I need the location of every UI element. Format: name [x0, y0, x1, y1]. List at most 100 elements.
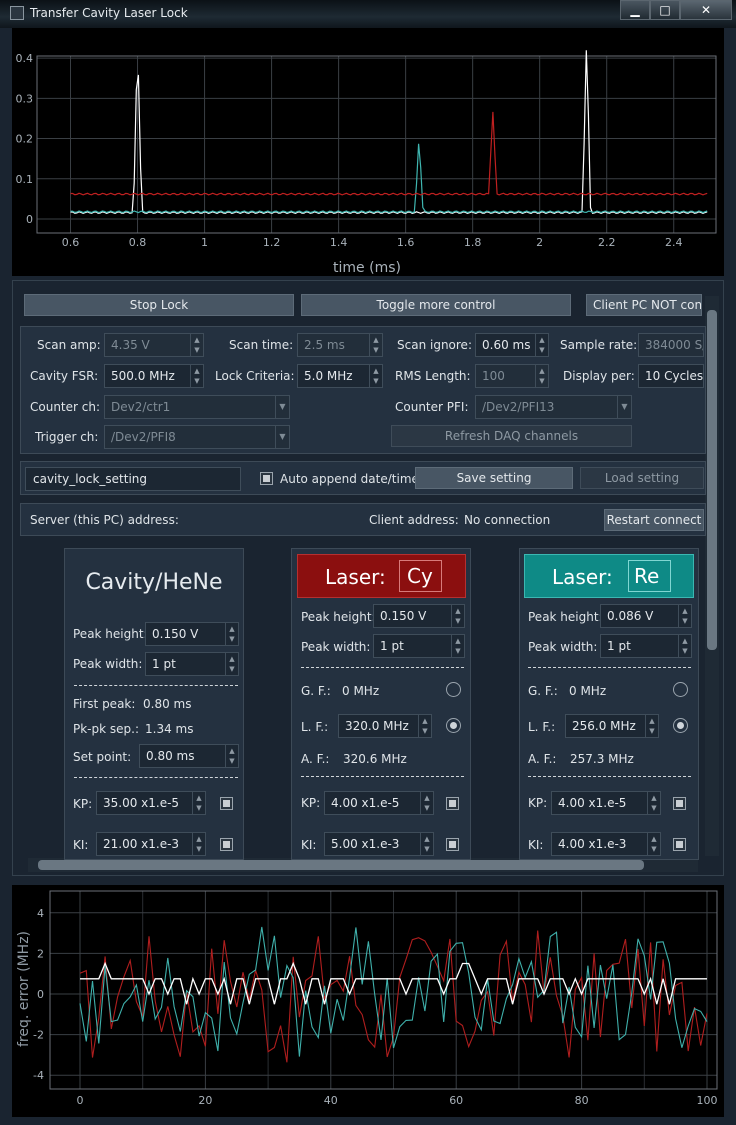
re-kp-spinbox[interactable]: 4.00 x1.e-5 ▲ ▼	[551, 791, 661, 815]
scope-plot-svg: 0.6 0.8 1 1.2 1.4 1.6 1.8 2 2.2 2.40.40.30.20.10 …	[16, 50, 717, 276]
spin-arrows-icon[interactable]: ▲ ▼	[369, 334, 382, 356]
cy-lf-spinbox[interactable]: 320.0 MHz ▲ ▼	[338, 714, 432, 738]
re-peak-height-spinbox[interactable]: 0.086 V ▲ ▼	[600, 604, 692, 628]
cavity-ki-value: 21.00 x1.e-3	[103, 837, 180, 851]
counter-pfi-label: Counter PFI:	[395, 400, 469, 414]
display-per-combo[interactable]: 10 Cycles	[638, 364, 704, 388]
spin-arrows-icon[interactable]: ▲ ▼	[645, 715, 658, 737]
spin-arrows-icon[interactable]: ▲ ▼	[678, 605, 691, 627]
save-setting-button[interactable]: Save setting	[415, 467, 573, 489]
cy-lf-radio[interactable]	[446, 718, 461, 733]
counter-ch-label: Counter ch:	[30, 400, 101, 414]
restart-connect-button[interactable]: Restart connect	[604, 509, 704, 531]
chevron-down-icon[interactable]: ▼	[275, 426, 289, 448]
laser-cy-name-input[interactable]: Cy	[399, 560, 442, 592]
cy-kp-checkbox[interactable]	[446, 797, 459, 810]
close-button[interactable]: ✕	[680, 0, 732, 20]
spin-arrows-icon[interactable]: ▲ ▼	[451, 605, 464, 627]
re-ki-spinbox[interactable]: 4.00 x1.e-3 ▲ ▼	[551, 832, 661, 856]
sample-rate-spinbox[interactable]: 384000 S/s	[638, 333, 704, 357]
cavity-kp-label: KP:	[73, 797, 93, 811]
spin-arrows-icon[interactable]: ▲ ▼	[535, 334, 548, 356]
spin-arrows-icon[interactable]: ▲ ▼	[190, 334, 203, 356]
chevron-down-icon[interactable]: ▼	[275, 396, 289, 418]
scan-time-spinbox[interactable]: 2.5 ms ▲ ▼	[297, 333, 383, 357]
divider	[74, 777, 238, 778]
error-ytick-label: -4	[33, 1069, 44, 1082]
cavity-fsr-spinbox[interactable]: 500.0 MHz ▲ ▼	[104, 364, 204, 388]
maximize-button[interactable]: □	[650, 0, 680, 20]
re-ki-checkbox[interactable]	[673, 838, 686, 851]
spin-arrows-icon[interactable]: ▲ ▼	[225, 623, 238, 645]
re-peak-width-spinbox[interactable]: 1 pt ▲ ▼	[600, 634, 692, 658]
spin-arrows-icon[interactable]: ▲ ▼	[225, 653, 238, 675]
error-plot[interactable]: 0 20 40 60 80 100 4 2 0 -2 -4 freq. error (MHz)	[12, 885, 724, 1117]
scan-amp-spinbox[interactable]: 4.35 V ▲ ▼	[104, 333, 204, 357]
spin-arrows-icon[interactable]: ▲ ▼	[535, 365, 548, 387]
cy-peak-height-spinbox[interactable]: 0.150 V ▲ ▼	[373, 604, 465, 628]
scope-plot[interactable]: 0.6 0.8 1 1.2 1.4 1.6 1.8 2 2.2 2.4 0.4 0.3 0.2 0.1 0 …	[12, 28, 724, 276]
re-ki-value: 4.00 x1.e-3	[558, 837, 627, 851]
cy-gf-radio[interactable]	[446, 682, 461, 697]
pkpk-sep-value: 1.34 ms	[145, 722, 194, 736]
cy-ki-checkbox[interactable]	[446, 838, 459, 851]
cavity-kp-spinbox[interactable]: 35.00 x1.e-5 ▲ ▼	[96, 791, 206, 815]
spin-arrows-icon[interactable]: ▲ ▼	[678, 635, 691, 657]
spin-arrows-icon[interactable]: ▲ ▼	[420, 792, 433, 814]
cy-kp-spinbox[interactable]: 4.00 x1.e-5 ▲ ▼	[324, 791, 434, 815]
scope-trace	[70, 143, 708, 214]
scan-ignore-spinbox[interactable]: 0.60 ms ▲ ▼	[475, 333, 549, 357]
error-xtick-label: 40	[324, 1094, 338, 1107]
cy-ki-spinbox[interactable]: 5.00 x1.e-3 ▲ ▼	[324, 832, 434, 856]
scope-ytick-label: 0	[26, 213, 33, 226]
cavity-ki-checkbox[interactable]	[220, 838, 233, 851]
laser-re-name-input[interactable]: Re	[628, 560, 671, 592]
cy-peak-width-value: 1 pt	[380, 639, 404, 653]
window-title: Transfer Cavity Laser Lock	[30, 6, 188, 20]
setting-name-input[interactable]: cavity_lock_setting	[25, 467, 241, 491]
vertical-scrollbar[interactable]	[705, 296, 719, 856]
scope-xtick-label: 1.2	[263, 236, 281, 249]
re-lf-radio[interactable]	[673, 718, 688, 733]
load-setting-button[interactable]: Load setting	[580, 467, 704, 489]
spin-arrows-icon[interactable]: ▲ ▼	[225, 745, 238, 767]
rms-length-spinbox[interactable]: 100 ▲ ▼	[475, 364, 549, 388]
cy-gf-value: 0 MHz	[342, 684, 380, 698]
spin-arrows-icon[interactable]: ▲ ▼	[418, 715, 431, 737]
re-lf-spinbox[interactable]: 256.0 MHz ▲ ▼	[565, 714, 659, 738]
cavity-peak-height-spinbox[interactable]: 0.150 V ▲ ▼	[145, 622, 239, 646]
re-kp-checkbox[interactable]	[673, 797, 686, 810]
trigger-ch-combo[interactable]: /Dev2/PFI8 ▼	[104, 425, 290, 449]
spin-arrows-icon[interactable]: ▲ ▼	[647, 833, 660, 855]
divider	[528, 776, 691, 777]
scope-ytick-label: 0.2	[16, 133, 34, 146]
re-af-label: A. F.:	[528, 752, 557, 766]
spin-arrows-icon[interactable]: ▲ ▼	[192, 792, 205, 814]
spin-arrows-icon[interactable]: ▲ ▼	[192, 833, 205, 855]
horizontal-scrollbar[interactable]	[28, 858, 698, 872]
cy-peak-width-spinbox[interactable]: 1 pt ▲ ▼	[373, 634, 465, 658]
set-point-spinbox[interactable]: 0.80 ms ▲ ▼	[139, 744, 239, 768]
spin-arrows-icon[interactable]: ▲ ▼	[369, 365, 382, 387]
spin-arrows-icon[interactable]: ▲ ▼	[451, 635, 464, 657]
cavity-kp-checkbox[interactable]	[220, 797, 233, 810]
spin-arrows-icon[interactable]: ▲ ▼	[647, 792, 660, 814]
horizontal-scroll-thumb[interactable]	[38, 860, 644, 870]
vertical-scroll-thumb[interactable]	[707, 310, 717, 650]
counter-ch-combo[interactable]: Dev2/ctr1 ▼	[104, 395, 290, 419]
error-ylabel: freq. error (MHz)	[16, 931, 32, 1047]
re-gf-radio[interactable]	[673, 682, 688, 697]
cavity-ki-spinbox[interactable]: 21.00 x1.e-3 ▲ ▼	[96, 832, 206, 856]
cavity-title: Cavity/HeNe	[85, 570, 223, 595]
lock-criteria-spinbox[interactable]: 5.0 MHz ▲ ▼	[297, 364, 383, 388]
counter-pfi-combo[interactable]: /Dev2/PFI13 ▼	[475, 395, 632, 419]
auto-append-checkbox[interactable]	[260, 472, 273, 485]
re-af-value: 257.3 MHz	[570, 752, 634, 766]
spin-arrows-icon[interactable]: ▲ ▼	[190, 365, 203, 387]
minimize-button[interactable]: ▁	[620, 0, 650, 20]
spin-arrows-icon[interactable]: ▲ ▼	[420, 833, 433, 855]
refresh-daq-button[interactable]: Refresh DAQ channels	[391, 425, 632, 447]
chevron-down-icon[interactable]: ▼	[617, 396, 631, 418]
cy-af-value: 320.6 MHz	[343, 752, 407, 766]
cavity-peak-width-spinbox[interactable]: 1 pt ▲ ▼	[145, 652, 239, 676]
